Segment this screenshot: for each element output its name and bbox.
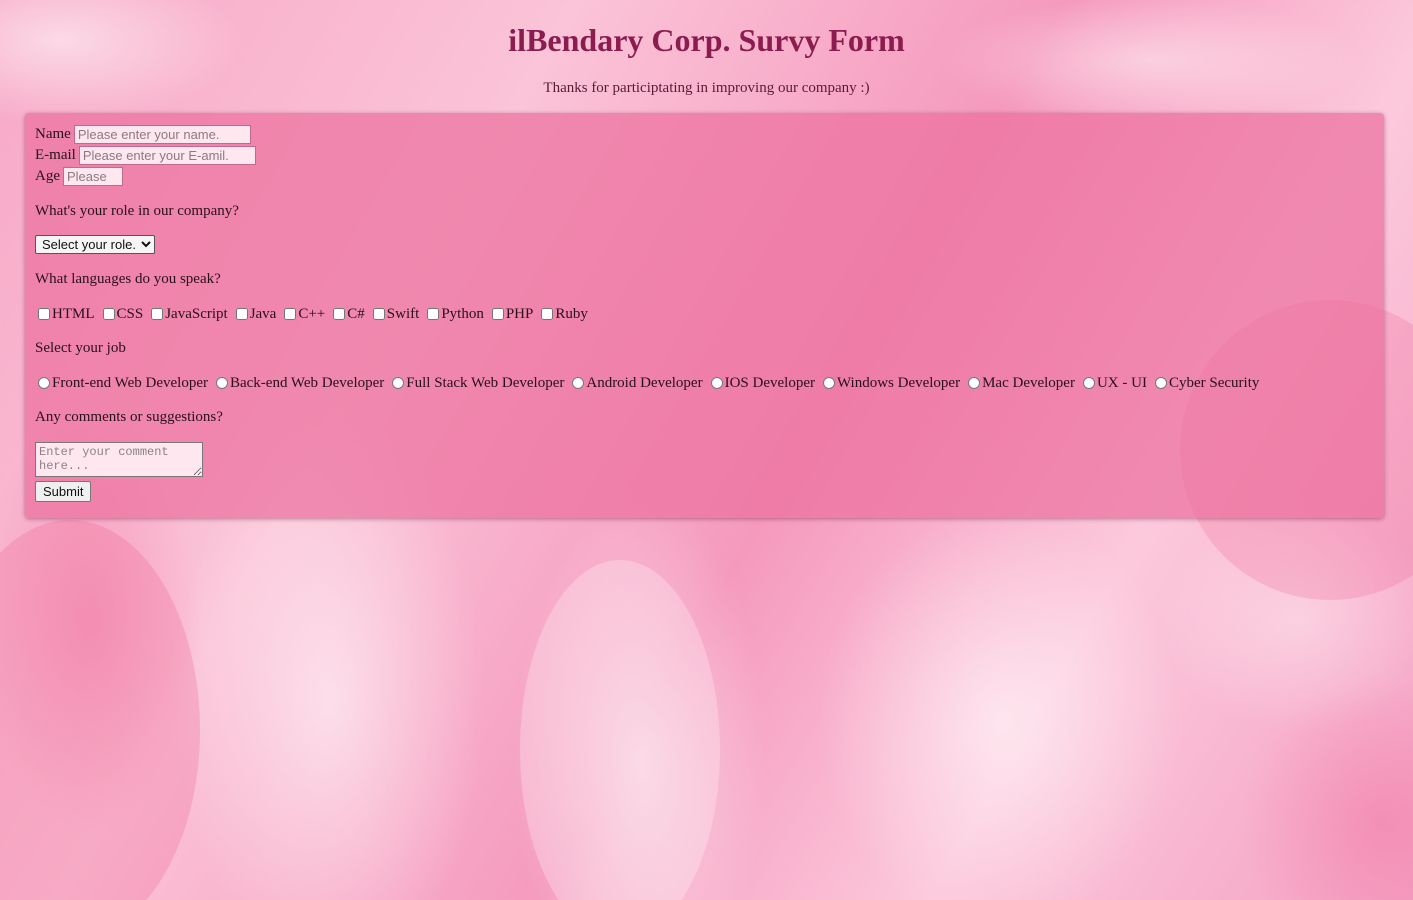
job-option: Back-end Web Developer (213, 375, 384, 392)
job-radio-android[interactable] (572, 377, 585, 389)
job-radio-frontend[interactable] (38, 377, 50, 389)
job-label: Cyber Security (1168, 374, 1260, 391)
job-radio-backend[interactable] (215, 377, 228, 389)
language-checkbox-html[interactable] (38, 308, 50, 320)
job-option: Front-end Web Developer (35, 375, 208, 392)
age-input[interactable] (63, 167, 123, 186)
job-radio-windows[interactable] (822, 377, 835, 389)
job-question: Select your job (35, 340, 126, 356)
background-swirl (520, 560, 720, 900)
language-label: C# (347, 305, 365, 322)
email-label: E-mail (35, 147, 76, 163)
language-checkbox-cpp[interactable] (284, 308, 297, 320)
language-option: Swift (370, 305, 420, 323)
language-checkbox-javascript[interactable] (151, 308, 164, 320)
languages-question: What languages do you speak? (35, 271, 221, 287)
role-select-wrap: Select your role. (35, 235, 1374, 255)
job-radio-uxui[interactable] (1082, 377, 1095, 389)
language-checkbox-java[interactable] (235, 308, 248, 320)
language-label: CSS (116, 305, 144, 322)
page-header: ilBendary Corp. Survy Form Thanks for pa… (0, 0, 1413, 97)
job-option: Windows Developer (820, 375, 960, 392)
language-option: PHP (489, 305, 534, 323)
language-checkbox-php[interactable] (491, 308, 504, 320)
language-checkbox-csharp[interactable] (333, 308, 346, 320)
job-radio-ios[interactable] (710, 377, 723, 389)
job-radio-cybersecurity[interactable] (1154, 377, 1167, 389)
language-option: C++ (281, 306, 325, 323)
language-label: Python (441, 305, 484, 322)
name-row: Name (35, 124, 1374, 145)
job-label: Windows Developer (836, 374, 961, 391)
language-option: C# (330, 306, 365, 323)
language-option: HTML (35, 306, 95, 323)
email-input[interactable] (78, 146, 256, 165)
age-label: Age (35, 168, 60, 184)
job-option: UX - UI (1080, 375, 1147, 392)
age-row: Age (35, 166, 1374, 187)
job-radio-group: Front-end Web Developer Back-end Web Dev… (35, 373, 1374, 393)
job-option: Full Stack Web Developer (389, 375, 564, 392)
role-select[interactable]: Select your role. (35, 235, 155, 254)
job-option: Mac Developer (965, 375, 1075, 392)
job-option: Android Developer (569, 374, 703, 392)
language-checkbox-python[interactable] (427, 308, 440, 320)
comment-textarea[interactable] (35, 442, 203, 477)
name-input[interactable] (73, 125, 251, 144)
comments-question: Any comments or suggestions? (35, 409, 223, 425)
language-option: Python (424, 306, 484, 323)
name-label: Name (35, 126, 71, 142)
language-label: JavaScript (165, 305, 228, 322)
languages-checkbox-group: HTML CSS JavaScript Java C++ C# Swift Py… (35, 304, 1374, 324)
job-radio-mac[interactable] (968, 377, 981, 389)
language-option: Java (233, 305, 277, 323)
language-label: PHP (505, 305, 534, 322)
job-option: IOS Developer (708, 375, 815, 392)
submit-button[interactable]: Submit (35, 481, 92, 502)
job-label: Mac Developer (982, 374, 1075, 391)
job-radio-fullstack[interactable] (392, 377, 405, 389)
background-swirl (0, 520, 200, 900)
language-label: Ruby (555, 305, 588, 322)
job-option: Cyber Security (1152, 375, 1259, 392)
job-label: Front-end Web Developer (52, 374, 208, 391)
job-label: UX - UI (1096, 374, 1147, 391)
language-label: C++ (298, 305, 326, 322)
job-label: Back-end Web Developer (229, 374, 385, 391)
page-title: ilBendary Corp. Survy Form (508, 22, 905, 58)
job-label: Full Stack Web Developer (406, 374, 565, 391)
job-label: Android Developer (586, 374, 703, 391)
language-label: Java (249, 305, 277, 322)
language-option: Ruby (538, 306, 588, 323)
job-label: IOS Developer (724, 374, 815, 391)
role-question: What's your role in our company? (35, 203, 239, 219)
language-checkbox-css[interactable] (102, 308, 115, 320)
language-option: CSS (100, 305, 144, 323)
email-row: E-mail (35, 145, 1374, 166)
language-checkbox-swift[interactable] (372, 308, 385, 320)
language-option: JavaScript (148, 305, 228, 323)
page-subtitle: Thanks for participtating in improving o… (543, 80, 870, 96)
survey-form: Name E-mail Age What's your role in our … (25, 113, 1384, 518)
language-label: Swift (386, 305, 420, 322)
language-checkbox-ruby[interactable] (541, 308, 554, 320)
language-label: HTML (52, 305, 95, 322)
